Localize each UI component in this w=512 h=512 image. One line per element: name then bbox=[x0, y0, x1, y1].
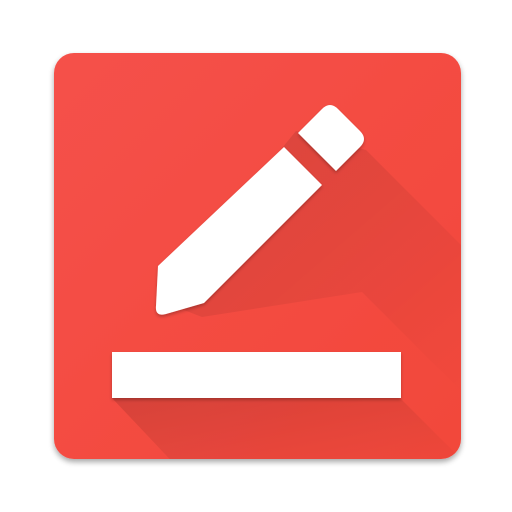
app-icon-stage bbox=[0, 0, 512, 512]
edit-app-icon[interactable] bbox=[0, 0, 512, 512]
text-underline-bar bbox=[112, 352, 401, 398]
